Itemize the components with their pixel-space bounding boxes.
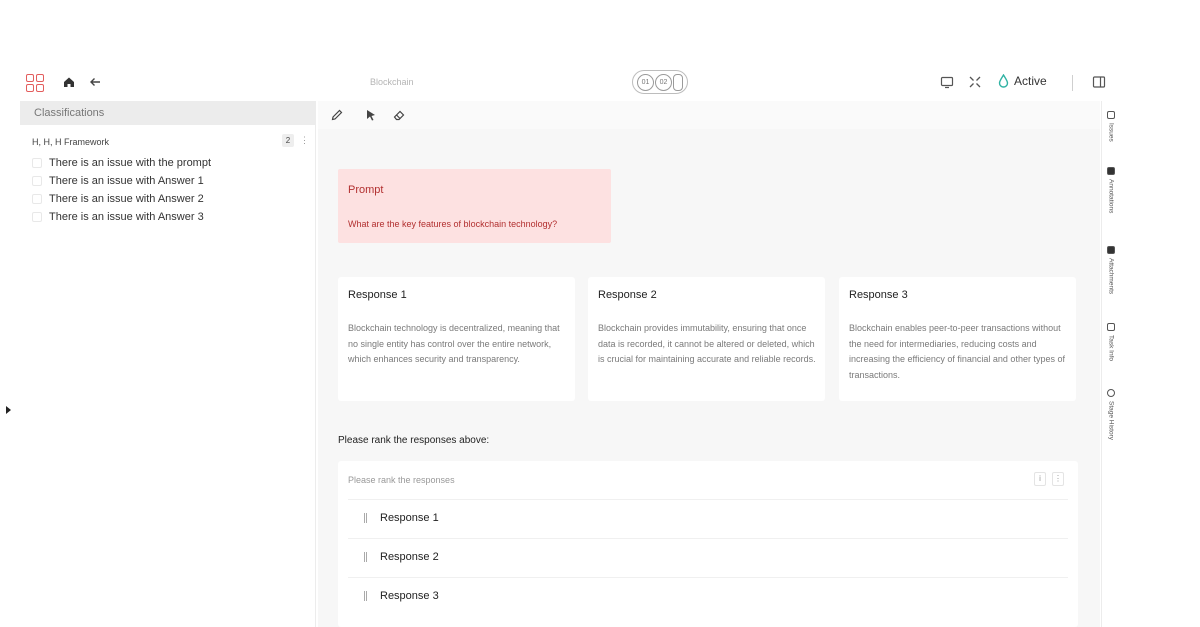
rank-item[interactable]: Response 3 [348,577,1068,613]
rail-tab-label: Stage History [1107,401,1115,441]
response-card: Response 2 Blockchain provides immutabil… [588,277,825,401]
home-icon[interactable] [62,75,76,89]
response-body: Blockchain enables peer-to-peer transact… [849,323,1065,380]
status-indicator[interactable]: Active [998,74,1047,88]
issue-checkbox[interactable] [32,176,42,186]
response-body: Blockchain technology is decentralized, … [348,323,560,364]
rank-heading: Please rank the responses above: [338,435,490,446]
annotations-icon [1107,167,1115,175]
drag-handle-icon[interactable] [364,591,367,601]
fullscreen-icon[interactable] [968,75,982,89]
response-title: Response 1 [348,289,407,301]
prompt-card: Prompt What are the key features of bloc… [338,169,611,243]
monitor-icon[interactable] [940,75,954,89]
classifications-panel: Classifications H, H, H Framework 2 ⋮ Th… [20,101,316,627]
issue-list: There is an issue with the prompt There … [20,155,315,227]
rail-tab-label: Issues [1107,123,1115,142]
issue-item[interactable]: There is an issue with the prompt [20,155,315,173]
framework-count-badge: 2 [282,134,294,147]
cursor-icon[interactable] [364,108,378,122]
drop-icon [998,74,1009,88]
arrow-icon [1107,323,1115,331]
more-options-icon[interactable]: ⋮ [1052,472,1064,486]
rail-tab-issues[interactable]: Issues [1105,111,1117,142]
rank-item[interactable]: Response 2 [348,538,1068,574]
rail-tab-label: Task Info [1107,335,1115,362]
rank-box: Please rank the responses i ⋮ Response 1… [338,461,1078,627]
rank-item-label: Response 2 [380,551,439,563]
right-side-rail: Issues Annotations Attachments Task Info… [1101,101,1119,627]
pencil-icon[interactable] [330,108,344,122]
rank-item[interactable]: Response 1 [348,499,1068,535]
task-pager[interactable]: 01 02 [632,70,688,94]
drag-handle-icon[interactable] [364,513,367,523]
history-icon [1107,389,1115,397]
pager-item[interactable]: 01 [637,73,654,91]
prompt-text: What are the key features of blockchain … [348,219,558,229]
main-content: Prompt What are the key features of bloc… [318,129,1100,627]
framework-label: H, H, H Framework [32,137,110,147]
pager-next[interactable] [673,73,683,91]
rail-tab-annotations[interactable]: Annotations [1105,167,1117,213]
issue-label: There is an issue with the prompt [49,157,212,169]
panel-title: Classifications [20,101,315,125]
drag-handle-icon[interactable] [364,552,367,562]
response-body: Blockchain provides immutability, ensuri… [598,323,816,364]
issue-checkbox[interactable] [32,158,42,168]
annotation-toolbar [318,101,1100,129]
back-arrow-icon[interactable] [88,75,102,89]
issue-item[interactable]: There is an issue with Answer 2 [20,191,315,209]
issues-icon [1107,111,1115,119]
rail-tab-attachments[interactable]: Attachments [1105,246,1117,294]
rank-hint: Please rank the responses [348,475,455,485]
rank-item-label: Response 1 [380,512,439,524]
response-card: Response 1 Blockchain technology is dece… [338,277,575,401]
issue-item[interactable]: There is an issue with Answer 1 [20,173,315,191]
app-window: Blockchain 01 02 Active Classifications [0,0,1200,627]
issue-item[interactable]: There is an issue with Answer 3 [20,209,315,227]
document-title: Blockchain [370,77,414,87]
pager-item[interactable]: 02 [655,73,672,91]
issue-label: There is an issue with Answer 1 [49,175,204,187]
rail-tab-task-info[interactable]: Task Info [1105,323,1117,361]
issue-label: There is an issue with Answer 2 [49,193,204,205]
response-title: Response 3 [849,289,908,301]
attachments-icon [1107,246,1115,254]
response-title: Response 2 [598,289,657,301]
rail-tab-stage-history[interactable]: Stage History [1105,389,1117,440]
top-bar: Blockchain 01 02 Active [18,66,1118,100]
expand-arrow-icon[interactable] [6,406,11,414]
prompt-title: Prompt [348,184,384,196]
issue-checkbox[interactable] [32,212,42,222]
eraser-icon[interactable] [392,108,406,122]
info-icon[interactable]: i [1034,472,1046,486]
divider [1072,75,1073,91]
panel-toggle-icon[interactable] [1092,75,1106,89]
rank-item-label: Response 3 [380,590,439,602]
issue-label: There is an issue with Answer 3 [49,211,204,223]
rail-tab-label: Annotations [1107,179,1115,214]
rail-tab-label: Attachments [1107,258,1115,295]
response-card: Response 3 Blockchain enables peer-to-pe… [839,277,1076,401]
framework-row[interactable]: H, H, H Framework 2 ⋮ [20,125,315,155]
app-logo-icon[interactable] [26,74,44,92]
status-label: Active [1014,74,1047,88]
more-options-icon[interactable]: ⋮ [300,135,309,146]
issue-checkbox[interactable] [32,194,42,204]
